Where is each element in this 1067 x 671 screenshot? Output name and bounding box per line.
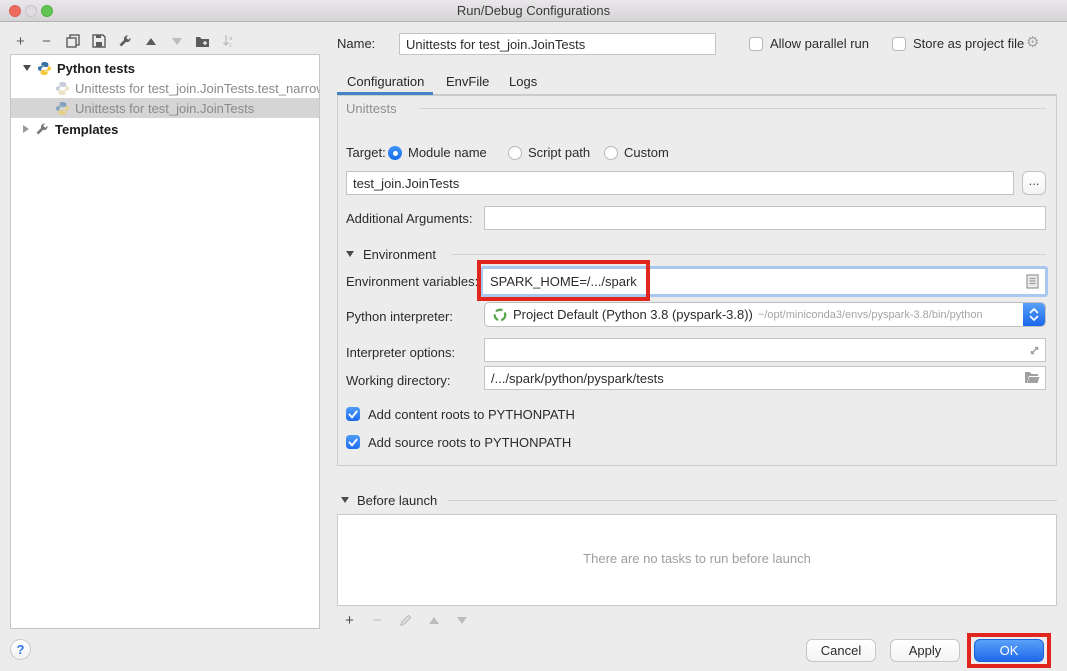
tree-item-templates[interactable]: Templates [11,119,319,139]
combobox-arrows-icon[interactable] [1023,303,1045,326]
python-interpreter-path: ~/opt/miniconda3/envs/pyspark-3.8/bin/py… [758,309,983,321]
python-icon [37,61,52,76]
section-divider [452,254,1046,255]
browse-folder-icon[interactable] [1024,371,1040,387]
add-task-icon[interactable]: + [341,611,358,629]
working-directory-label: Working directory: [346,373,451,388]
interpreter-options-label: Interpreter options: [346,345,455,360]
environment-variables-label: Environment variables: [346,274,478,289]
name-input[interactable] [399,33,716,55]
cancel-button[interactable]: Cancel [806,639,876,662]
python-icon [55,101,70,116]
svg-text:z: z [229,43,232,48]
environment-variables-input[interactable] [483,269,1045,294]
ok-button[interactable]: OK [974,639,1044,662]
before-launch-empty-text: There are no tasks to run before launch [338,551,1056,566]
task-up-icon[interactable] [425,611,442,629]
add-source-roots-label: Add source roots to PYTHONPATH [368,435,571,450]
environment-section-label: Environment [363,247,436,262]
tree-item-python-tests[interactable]: Python tests [11,58,319,78]
add-configuration-icon[interactable]: + [12,32,29,50]
configurations-toolbar: + − az [12,30,237,52]
move-down-icon[interactable] [168,32,185,50]
radio-custom[interactable] [604,146,618,160]
help-button[interactable]: ? [10,639,31,660]
tree-item-unittests-jointests-selected[interactable]: Unittests for test_join.JoinTests [11,98,319,118]
additional-arguments-label: Additional Arguments: [346,211,472,226]
tab-envfile[interactable]: EnvFile [446,72,489,92]
tree-item-label: Unittests for test_join.JoinTests.test_n… [75,81,319,96]
tree-item-label: Unittests for test_join.JoinTests [75,101,254,116]
radio-module-name-label: Module name [408,145,487,160]
check-icon [348,438,358,447]
remove-task-icon[interactable]: − [369,611,386,629]
radio-script-path[interactable] [508,146,522,160]
name-label: Name: [337,36,375,51]
conda-env-icon [493,308,507,322]
create-folder-icon[interactable] [194,32,211,50]
tab-logs[interactable]: Logs [509,72,537,92]
target-input[interactable] [346,171,1014,195]
section-divider [420,108,1046,109]
before-launch-task-list: There are no tasks to run before launch [337,514,1057,606]
collapse-environment-icon[interactable] [346,251,354,257]
python-interpreter-label: Python interpreter: [346,309,453,324]
edit-templates-icon[interactable] [116,32,133,50]
python-interpreter-value: Project Default (Python 3.8 (pyspark-3.8… [513,307,753,322]
title-bar: Run/Debug Configurations [0,0,1067,22]
expand-field-icon[interactable] [1028,344,1041,360]
before-launch-section-label: Before launch [357,493,437,508]
configurations-tree: Python tests Unittests for test_join.Joi… [10,54,320,629]
move-up-icon[interactable] [142,32,159,50]
edit-task-icon[interactable] [397,611,414,629]
store-as-project-file-checkbox[interactable] [892,37,906,51]
wrench-icon [35,122,50,137]
browse-target-button[interactable]: ... [1022,171,1046,195]
svg-text:a: a [229,36,233,42]
copy-configuration-icon[interactable] [64,32,81,50]
collapse-before-launch-icon[interactable] [341,497,349,503]
window-title: Run/Debug Configurations [0,0,1067,22]
save-configuration-icon[interactable] [90,32,107,50]
unittests-section-label: Unittests [346,101,397,116]
before-launch-toolbar: + − [341,610,470,630]
working-directory-input[interactable] [484,366,1046,390]
tree-item-label: Python tests [57,61,135,76]
edit-environment-variables-icon[interactable] [1026,274,1039,292]
tree-item-unittests-narrow[interactable]: Unittests for test_join.JoinTests.test_n… [11,78,319,98]
add-content-roots-label: Add content roots to PYTHONPATH [368,407,575,422]
tree-item-label: Templates [55,122,118,137]
remove-configuration-icon[interactable]: − [38,32,55,50]
python-interpreter-select[interactable]: Project Default (Python 3.8 (pyspark-3.8… [484,302,1046,327]
allow-parallel-run-checkbox[interactable] [749,37,763,51]
gear-icon[interactable]: ⚙ [1026,33,1039,51]
apply-button[interactable]: Apply [890,639,960,662]
chevron-down-icon[interactable] [23,65,31,71]
chevron-right-icon[interactable] [23,125,29,133]
python-icon [55,81,70,96]
section-divider [448,500,1057,501]
run-debug-configurations-dialog: Run/Debug Configurations + − az Pytho [0,0,1067,671]
add-source-roots-checkbox[interactable] [346,435,360,449]
interpreter-options-input[interactable] [484,338,1046,362]
check-icon [348,410,358,419]
radio-script-path-label: Script path [528,145,590,160]
target-label: Target: [346,145,386,160]
sort-configurations-icon[interactable]: az [220,32,237,50]
allow-parallel-run-label: Allow parallel run [770,36,869,51]
task-down-icon[interactable] [453,611,470,629]
store-as-project-file-label: Store as project file [913,36,1024,51]
additional-arguments-input[interactable] [484,206,1046,230]
tab-configuration[interactable]: Configuration [347,72,424,92]
radio-module-name[interactable] [388,146,402,160]
add-content-roots-checkbox[interactable] [346,407,360,421]
radio-custom-label: Custom [624,145,669,160]
